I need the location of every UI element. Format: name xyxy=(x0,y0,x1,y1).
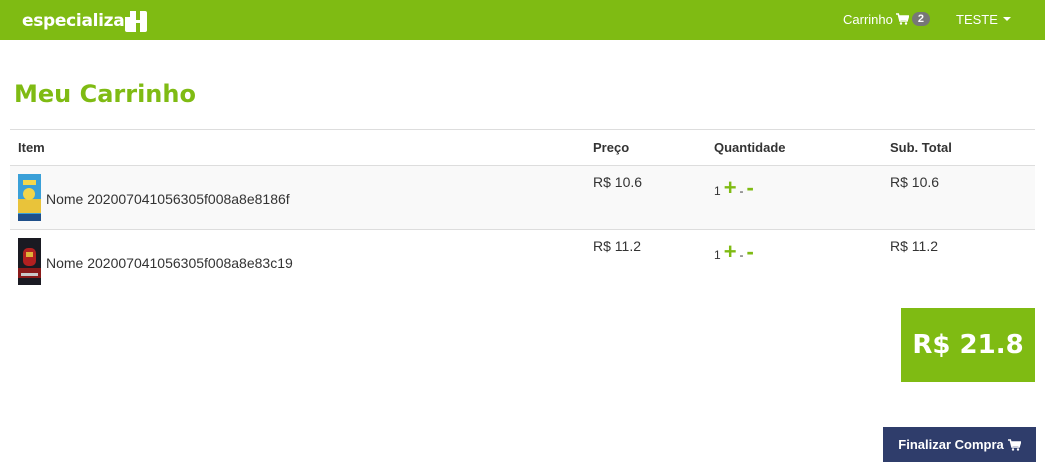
product-name: Nome 202007041056305f008a8e8186f xyxy=(46,190,290,207)
quantity-separator: - xyxy=(739,248,744,262)
product-thumbnail-image xyxy=(18,238,41,285)
increase-quantity-button[interactable]: + xyxy=(724,177,737,199)
table-row: Nome 202007041056305f008a8e8186f R$ 10.6… xyxy=(10,165,1035,230)
column-header-subtotal: Sub. Total xyxy=(882,129,1035,166)
subtotal-cell: R$ 11.2 xyxy=(882,229,1035,293)
brand-name: especializa xyxy=(22,11,125,31)
user-menu-label: TESTE xyxy=(956,11,998,27)
checkout-button[interactable]: Finalizar Compra xyxy=(883,427,1036,462)
product-thumbnail-image xyxy=(18,174,41,221)
decrease-quantity-button[interactable]: - xyxy=(747,177,754,199)
brand-ti-icon xyxy=(125,10,148,32)
page-title: Meu Carrinho xyxy=(14,80,196,108)
quantity-cell: 1 + - - xyxy=(706,165,882,230)
increase-quantity-button[interactable]: + xyxy=(724,241,737,263)
column-header-price: Preço xyxy=(585,129,706,166)
decrease-quantity-button[interactable]: - xyxy=(747,241,754,263)
price-cell: R$ 10.6 xyxy=(585,165,706,230)
shopping-cart-icon xyxy=(895,13,909,25)
caret-down-icon xyxy=(1002,17,1011,21)
table-row: Nome 202007041056305f008a8e83c19 R$ 11.2… xyxy=(10,229,1035,293)
item-cell: Nome 202007041056305f008a8e8186f xyxy=(10,165,585,230)
cart-total: R$ 21.8 xyxy=(901,308,1035,382)
column-header-quantity: Quantidade xyxy=(706,129,882,166)
price-cell: R$ 11.2 xyxy=(585,229,706,293)
nav-cart-label: Carrinho xyxy=(843,11,893,27)
cart-count-badge: 2 xyxy=(911,12,930,26)
product-name: Nome 202007041056305f008a8e83c19 xyxy=(46,254,293,271)
nav-cart-link[interactable]: Carrinho 2 xyxy=(843,10,930,28)
subtotal-cell: R$ 10.6 xyxy=(882,165,1035,230)
table-header-row: Item Preço Quantidade Sub. Total xyxy=(10,129,1035,166)
quantity-separator: - xyxy=(739,184,744,198)
column-header-item: Item xyxy=(10,129,585,166)
user-menu-dropdown[interactable]: TESTE xyxy=(956,10,1011,28)
checkout-button-label: Finalizar Compra xyxy=(898,437,1004,452)
brand-logo[interactable]: especializa xyxy=(22,9,148,33)
quantity-value: 1 xyxy=(714,184,721,198)
navbar: especializa Carrinho 2 TESTE xyxy=(0,0,1045,40)
cart-table: Item Preço Quantidade Sub. Total Nome 20… xyxy=(10,129,1035,293)
item-cell: Nome 202007041056305f008a8e83c19 xyxy=(10,229,585,293)
shopping-cart-icon xyxy=(1007,438,1021,451)
quantity-cell: 1 + - - xyxy=(706,229,882,293)
quantity-value: 1 xyxy=(714,248,721,262)
